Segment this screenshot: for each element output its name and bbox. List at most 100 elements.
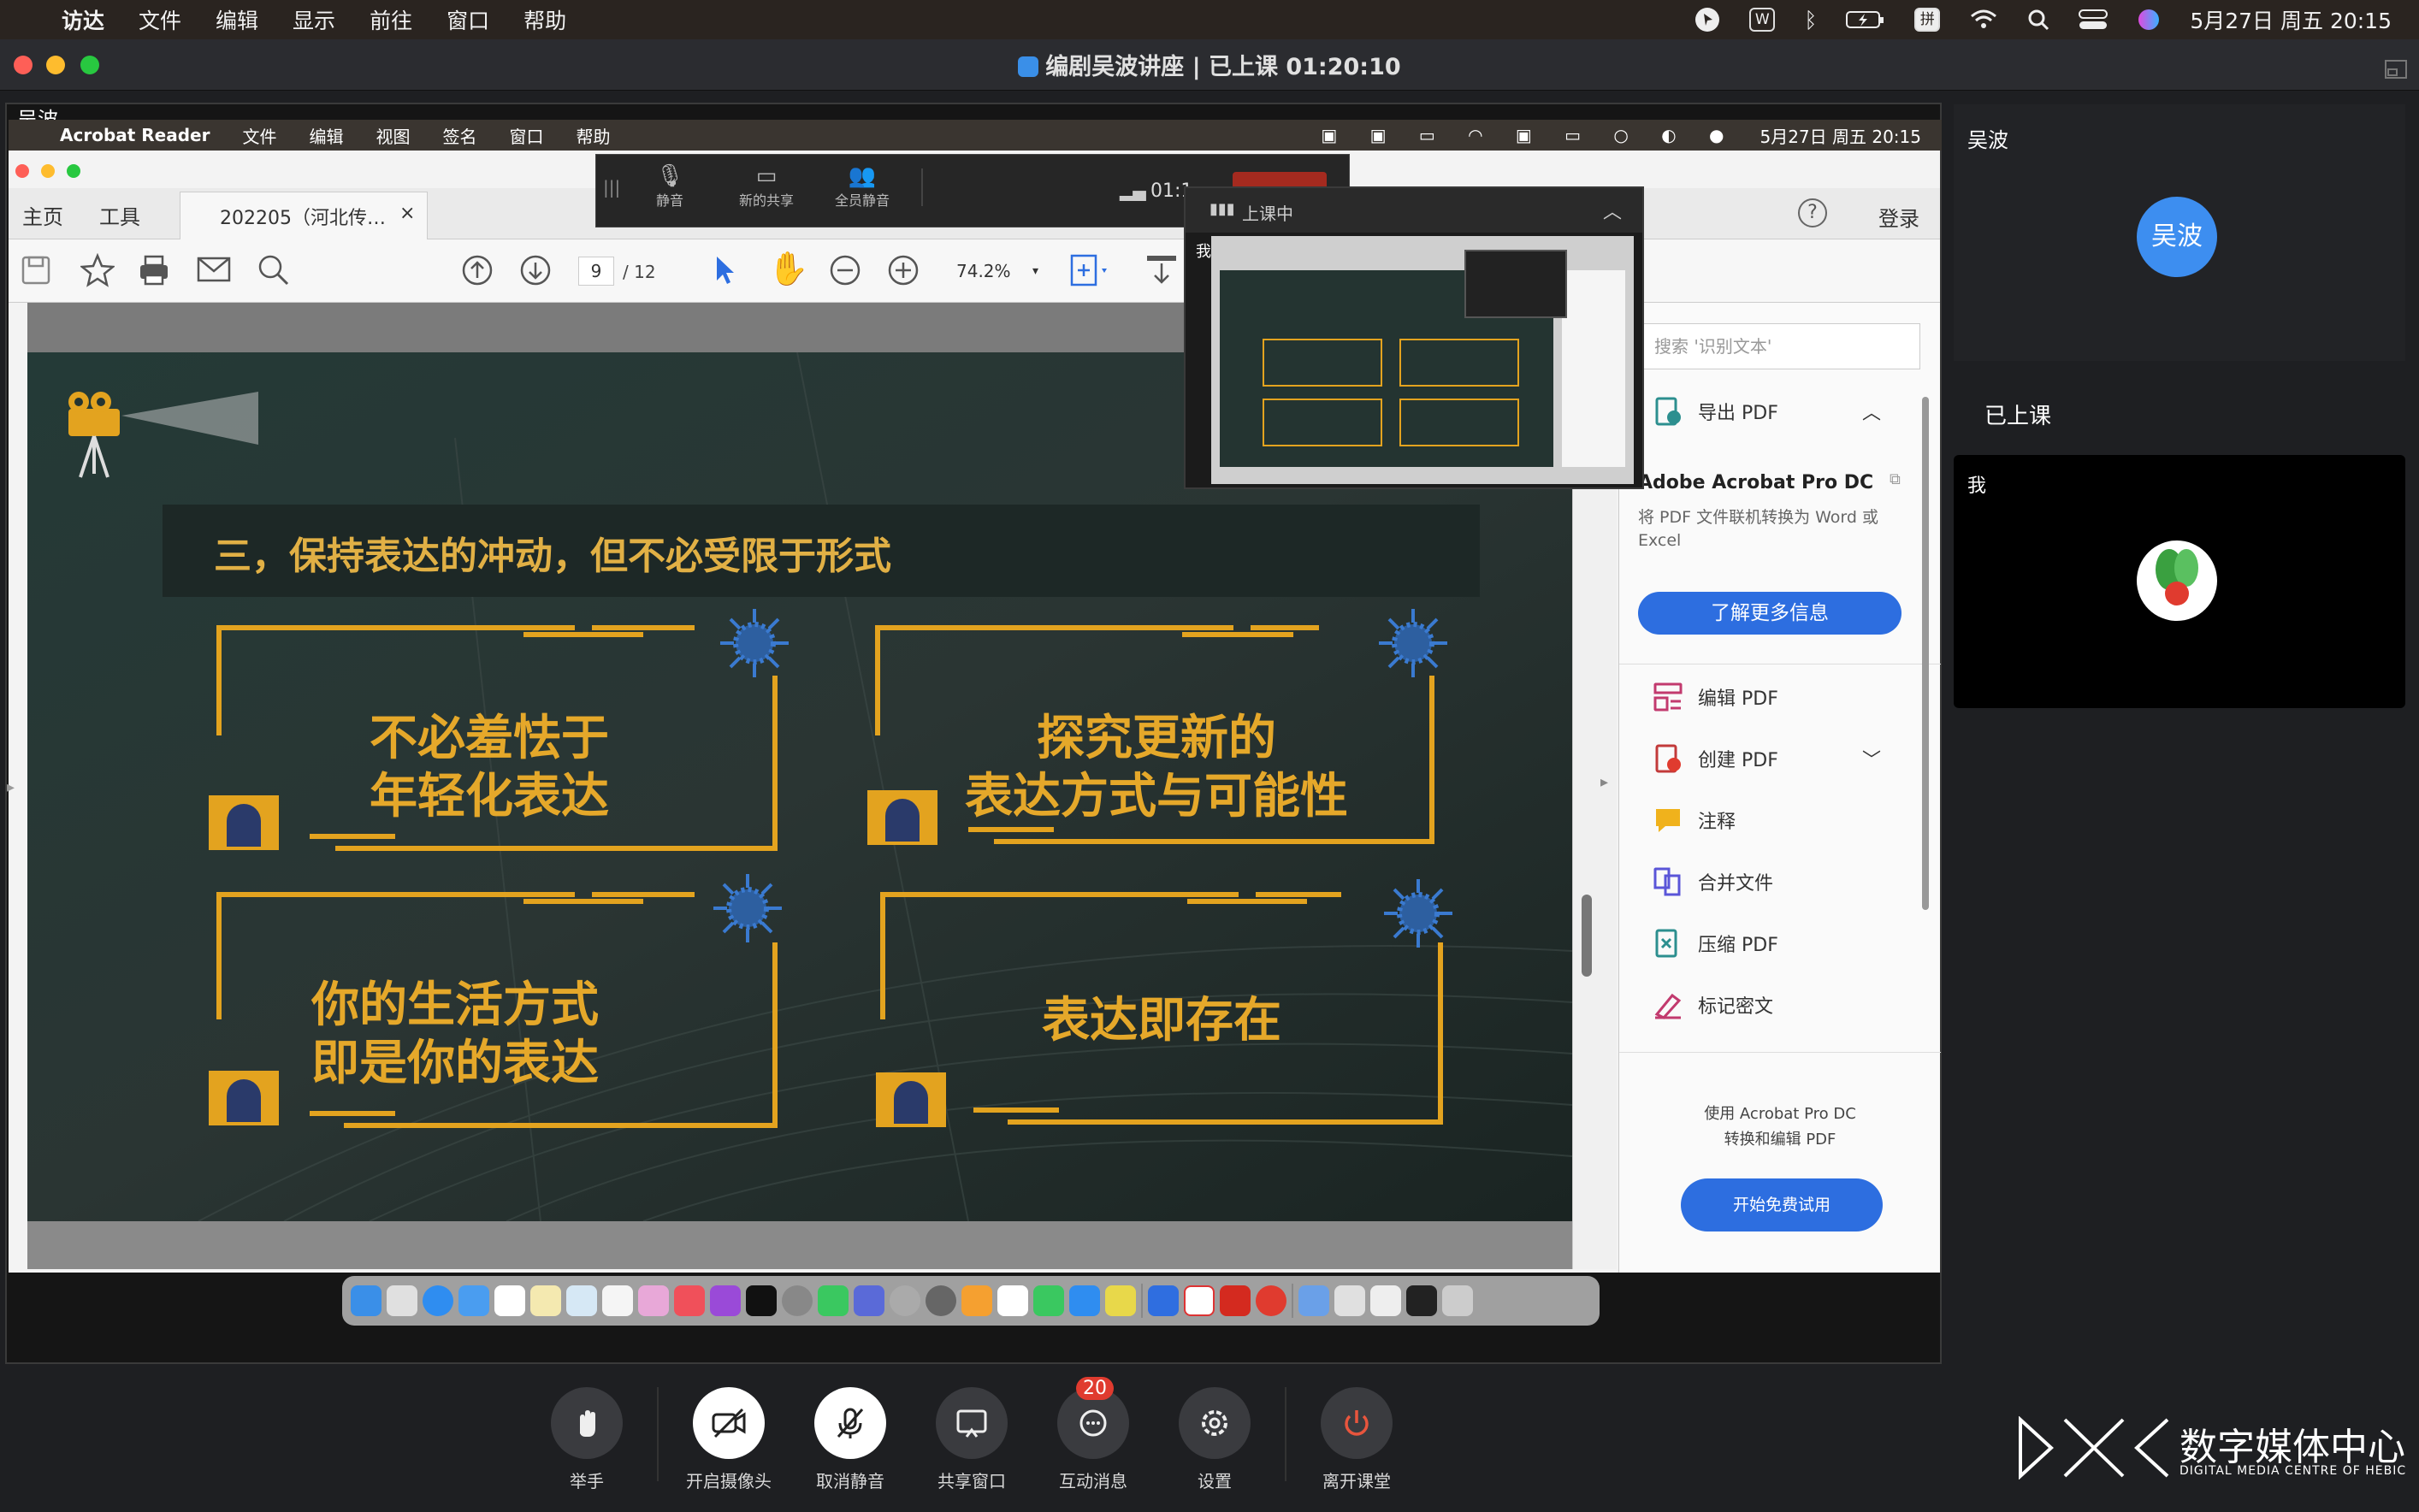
my-avatar-radish-icon[interactable] bbox=[2137, 540, 2217, 621]
settings-button[interactable]: 设置 bbox=[1163, 1387, 1266, 1492]
menu-edit[interactable]: 编辑 bbox=[216, 4, 258, 35]
chevron-up-icon: ︿ bbox=[1862, 403, 1882, 424]
box-4-text: 表达即存在 bbox=[931, 992, 1393, 1050]
dock-reminders-icon bbox=[997, 1285, 1028, 1316]
document-bottom-gap bbox=[27, 1221, 1572, 1269]
box-3-line1: 你的生活方式 bbox=[311, 977, 599, 1033]
redact-icon bbox=[1654, 993, 1682, 1019]
tool-comment-label: 注释 bbox=[1698, 812, 1736, 833]
thumbnail-bars-icon: ▮▮▮ bbox=[1210, 200, 1235, 218]
dock-podcasts-icon bbox=[710, 1285, 741, 1316]
right-pane-toggle-icon: ▸ bbox=[1600, 773, 1609, 791]
star-icon bbox=[80, 253, 115, 287]
tab-home: 主页 bbox=[22, 205, 63, 229]
box-1-line2: 年轻化表达 bbox=[370, 769, 609, 824]
bluetooth-icon[interactable]: ᛒ bbox=[1804, 8, 1817, 32]
dock-app-icon bbox=[890, 1285, 920, 1316]
virus-icon bbox=[1379, 609, 1447, 677]
audience-avatar-icon bbox=[209, 1071, 279, 1125]
zoom-out-icon bbox=[830, 255, 861, 286]
share-screen-icon bbox=[936, 1387, 1008, 1459]
tool-edit-pdf-label: 编辑 PDF bbox=[1698, 688, 1778, 710]
teacher-name: 吴波 bbox=[1967, 128, 2008, 152]
wifi-icon[interactable] bbox=[1969, 9, 1998, 31]
chevron-down-icon: ﹀ bbox=[1862, 750, 1882, 771]
comment-icon bbox=[1656, 809, 1680, 832]
menu-view[interactable]: 显示 bbox=[293, 4, 335, 35]
search-icon[interactable] bbox=[2027, 9, 2049, 31]
dock-settings-icon bbox=[926, 1285, 956, 1316]
dock-app-icon bbox=[1105, 1285, 1136, 1316]
thumbnail-box bbox=[1399, 399, 1519, 446]
thumbnail-label: 上课中 bbox=[1242, 204, 1293, 224]
raise-hand-label: 举手 bbox=[570, 1471, 604, 1491]
teacher-avatar[interactable]: 吴波 bbox=[2137, 197, 2217, 277]
shared-mute-all-label: 全员静音 bbox=[834, 192, 890, 209]
thumbnail-box bbox=[1399, 339, 1519, 387]
menu-window[interactable]: 窗口 bbox=[447, 4, 489, 35]
thumbnail-box bbox=[1263, 399, 1382, 446]
pointer-tray-icon[interactable] bbox=[1694, 7, 1720, 32]
chat-label: 互动消息 bbox=[1059, 1471, 1127, 1491]
dock-trash-icon bbox=[1442, 1285, 1473, 1316]
menu-file[interactable]: 文件 bbox=[139, 4, 181, 35]
camera-toggle-button[interactable]: 开启摄像头 bbox=[677, 1387, 780, 1492]
wps-icon[interactable]: W bbox=[1749, 8, 1776, 32]
mic-icon: 🎙 bbox=[655, 163, 684, 189]
tool-export-pdf-label: 导出 PDF bbox=[1698, 403, 1778, 424]
shared-menu-view: 视图 bbox=[376, 126, 411, 147]
thumbnail-nested bbox=[1464, 250, 1567, 318]
share-screen-button[interactable]: 共享窗口 bbox=[920, 1387, 1023, 1492]
dmc-logo-icon bbox=[2019, 1416, 2169, 1480]
tool-combine-label: 合并文件 bbox=[1698, 873, 1774, 895]
dock-calendar-icon bbox=[494, 1285, 525, 1316]
chat-button[interactable]: 20 互动消息 bbox=[1042, 1377, 1144, 1492]
shared-app-name: Acrobat Reader bbox=[60, 125, 210, 145]
toolbar-separator bbox=[921, 168, 923, 206]
dock-separator bbox=[1292, 1284, 1293, 1318]
unmute-button[interactable]: 取消静音 bbox=[799, 1387, 902, 1492]
input-method-icon[interactable]: 拼 bbox=[1914, 8, 1941, 32]
raise-hand-button[interactable]: 举手 bbox=[535, 1387, 638, 1492]
tool-comment: 注释 bbox=[1653, 806, 1736, 835]
dock-window-icon bbox=[1406, 1285, 1437, 1316]
window-title: 编剧吴波讲座 | 已上课 01:20:10 bbox=[0, 48, 2419, 81]
document-scroll-thumb bbox=[1582, 895, 1592, 977]
panel-divider bbox=[1619, 1052, 1941, 1053]
control-center-icon[interactable] bbox=[2079, 9, 2108, 31]
compress-pdf-icon bbox=[1655, 929, 1677, 958]
acrobat-close-button bbox=[15, 164, 29, 178]
dock-pointer-app-icon bbox=[1148, 1285, 1179, 1316]
shared-clock: 5月27日 周五 20:15 bbox=[1760, 126, 1921, 147]
lock-shield-icon bbox=[1018, 56, 1039, 77]
tool-edit-pdf: 编辑 PDF bbox=[1653, 682, 1778, 712]
leave-class-button[interactable]: 离开课堂 bbox=[1305, 1387, 1408, 1492]
promo-description: 将 PDF 文件联机转换为 Word 或 Excel bbox=[1638, 508, 1879, 550]
menu-app-finder[interactable]: 访达 bbox=[62, 4, 104, 35]
shared-menu-sign: 签名 bbox=[442, 126, 477, 147]
my-video-tile[interactable]: 我 bbox=[1954, 455, 2405, 708]
tool-redact-label: 标记密文 bbox=[1698, 996, 1774, 1018]
siri-icon[interactable] bbox=[2137, 8, 2161, 32]
menu-help[interactable]: 帮助 bbox=[523, 4, 566, 35]
tab-document: 202205（河北传… × bbox=[180, 192, 428, 239]
box-1-text: 不必羞怯于 年轻化表达 bbox=[293, 710, 686, 826]
shared-menu-help: 帮助 bbox=[576, 126, 611, 147]
dock-finder-icon bbox=[351, 1285, 381, 1316]
settings-label: 设置 bbox=[1198, 1471, 1232, 1491]
audience-avatar-icon bbox=[209, 795, 279, 850]
help-icon: ? bbox=[1798, 198, 1827, 227]
teacher-video-tile: 吴波 吴波 bbox=[1954, 104, 2405, 361]
camera-off-icon bbox=[693, 1387, 765, 1459]
slide-box-4: 表达即存在 bbox=[876, 879, 1452, 1131]
page-total: / 12 bbox=[623, 262, 656, 282]
gear-icon bbox=[1179, 1387, 1251, 1459]
dock-window-icon bbox=[1334, 1285, 1365, 1316]
slide-title-bar: 三，保持表达的冲动，但不必受限于形式 bbox=[163, 505, 1480, 597]
picture-in-picture-icon[interactable] bbox=[2385, 60, 2407, 80]
dock-photos-icon bbox=[638, 1285, 669, 1316]
thumbnail-me-label: 我 bbox=[1196, 243, 1211, 261]
menu-go[interactable]: 前往 bbox=[370, 4, 412, 35]
dock-safari-icon bbox=[423, 1285, 453, 1316]
battery-icon[interactable] bbox=[1846, 9, 1885, 30]
